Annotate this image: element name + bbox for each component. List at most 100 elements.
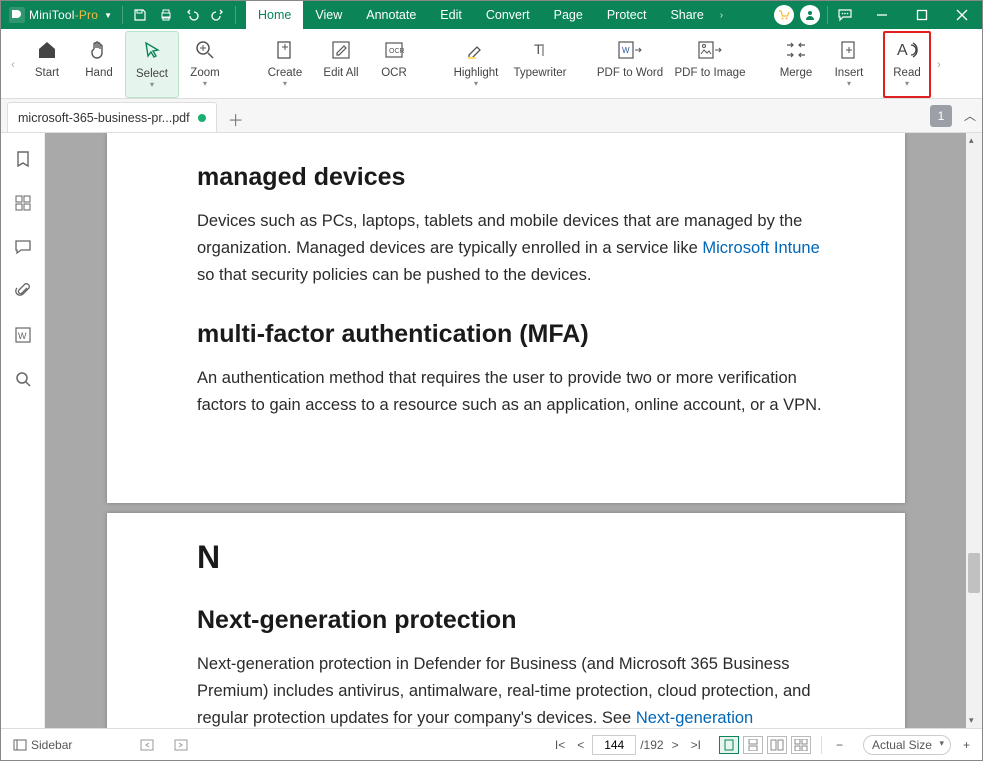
left-sidebar: W [1,133,45,728]
add-tab-button[interactable]: ＋ [223,106,249,132]
feedback-button[interactable] [832,1,858,29]
facing-continuous-view[interactable] [791,736,811,754]
ribbon-toolbar: ‹ Start Hand Select ▾ Zoom ▾ Create ▾ Ed… [1,29,982,99]
ribbon-scroll-right[interactable]: › [931,31,947,98]
minimize-button[interactable] [862,1,902,29]
nav-next-location[interactable] [168,736,192,754]
heading-managed-devices: managed devices [197,163,825,192]
tool-highlight[interactable]: Highlight ▾ [445,31,507,98]
tool-merge[interactable]: Merge [769,31,823,98]
ribbon-scroll-left[interactable]: ‹ [5,31,21,98]
document-viewport[interactable]: managed devices Devices such as PCs, lap… [45,133,982,728]
tool-pdf-to-word[interactable]: W PDF to Word [591,31,669,98]
sidebar-toggle-label: Sidebar [31,738,72,752]
close-icon [956,9,968,21]
bookmarks-panel-button[interactable] [11,147,35,171]
tool-read-label: Read [893,67,921,79]
link-microsoft-intune[interactable]: Microsoft Intune [702,239,819,257]
pdftoword-icon: W [617,39,643,61]
svg-text:W: W [18,331,27,341]
document-tabstrip: microsoft-365-business-pr...pdf ＋ 1 ︿ [1,99,982,133]
svg-text:T: T [534,41,543,57]
tool-select[interactable]: Select ▾ [125,31,179,98]
menu-view[interactable]: View [303,1,354,29]
app-logo-icon [9,7,25,23]
merge-icon [784,39,808,61]
titlebar-right-icons [771,1,858,29]
maximize-button[interactable] [902,1,942,29]
maximize-icon [916,9,928,21]
create-icon [274,39,296,61]
menu-home[interactable]: Home [246,1,303,29]
zoom-in-button[interactable]: + [959,736,974,754]
zoom-selector-label: Actual Size [872,738,932,752]
tool-zoom-label: Zoom [190,67,219,79]
menu-annotate[interactable]: Annotate [354,1,428,29]
document-tab[interactable]: microsoft-365-business-pr...pdf [7,102,217,132]
last-page-button[interactable]: >I [687,736,705,754]
nav-prev-location[interactable] [136,736,160,754]
tool-pdftoimage-label: PDF to Image [675,67,746,79]
tool-edit-all[interactable]: Edit All [313,31,369,98]
grid-icon [14,194,32,212]
close-button[interactable] [942,1,982,29]
cart-button[interactable] [774,5,794,25]
account-button[interactable] [800,5,820,25]
app-name: MiniTool-Pro [29,8,98,22]
tool-start-label: Start [35,67,59,79]
heading-letter-n: N [197,539,825,576]
thumbnails-panel-button[interactable] [11,191,35,215]
tool-start[interactable]: Start [21,31,73,98]
pdf-page: N Next-generation protection Next-genera… [107,513,905,728]
save-button[interactable] [127,1,153,29]
undo-button[interactable] [179,1,205,29]
collapse-ribbon-button[interactable]: ︿ [964,107,976,124]
tool-insert[interactable]: Insert ▾ [823,31,875,98]
titlebar: MiniTool-Pro ▼ Home View Annotate Edit C… [1,1,982,29]
tool-create[interactable]: Create ▾ [257,31,313,98]
paragraph-nextgen: Next-generation protection in Defender f… [197,651,825,728]
tool-hand[interactable]: Hand [73,31,125,98]
page-layout-group [719,736,811,754]
first-page-button[interactable]: I< [551,736,569,754]
tool-typewriter-label: Typewriter [513,67,566,79]
redo-button[interactable] [205,1,231,29]
tool-ocr[interactable]: OCR OCR [369,31,419,98]
scrollbar-thumb[interactable] [968,553,980,593]
menu-page[interactable]: Page [542,1,595,29]
search-panel-button[interactable] [11,367,35,391]
zoom-icon [194,39,216,61]
facing-view[interactable] [767,736,787,754]
search-icon [14,370,32,388]
comments-panel-button[interactable] [11,235,35,259]
single-page-view[interactable] [719,736,739,754]
tool-highlight-label: Highlight [454,67,499,79]
vertical-scrollbar[interactable]: ▴ ▾ [966,133,982,728]
print-button[interactable] [153,1,179,29]
zoom-out-button[interactable]: − [832,736,847,754]
tool-create-label: Create [268,67,303,79]
continuous-view[interactable] [743,736,763,754]
sidebar-toggle[interactable]: Sidebar [9,736,76,754]
zoom-selector[interactable]: Actual Size [863,735,951,755]
svg-text:A: A [897,42,908,59]
comment-icon [14,238,32,256]
current-page-input[interactable] [592,735,636,755]
menu-share[interactable]: Share [658,1,715,29]
attachments-panel-button[interactable] [11,279,35,303]
prev-page-button[interactable]: < [573,736,588,754]
document-tab-label: microsoft-365-business-pr...pdf [18,111,190,125]
tool-read[interactable]: A Read ▾ [883,31,931,98]
tool-zoom[interactable]: Zoom ▾ [179,31,231,98]
next-page-button[interactable]: > [668,736,683,754]
user-icon [804,9,816,21]
tool-pdf-to-image[interactable]: PDF to Image [669,31,751,98]
word-panel-button[interactable]: W [11,323,35,347]
menu-edit[interactable]: Edit [428,1,474,29]
tool-ocr-label: OCR [381,67,407,79]
menu-convert[interactable]: Convert [474,1,542,29]
menu-protect[interactable]: Protect [595,1,659,29]
tool-typewriter[interactable]: T Typewriter [507,31,573,98]
page-count-badge[interactable]: 1 [930,105,952,127]
tool-select-label: Select [136,68,168,80]
